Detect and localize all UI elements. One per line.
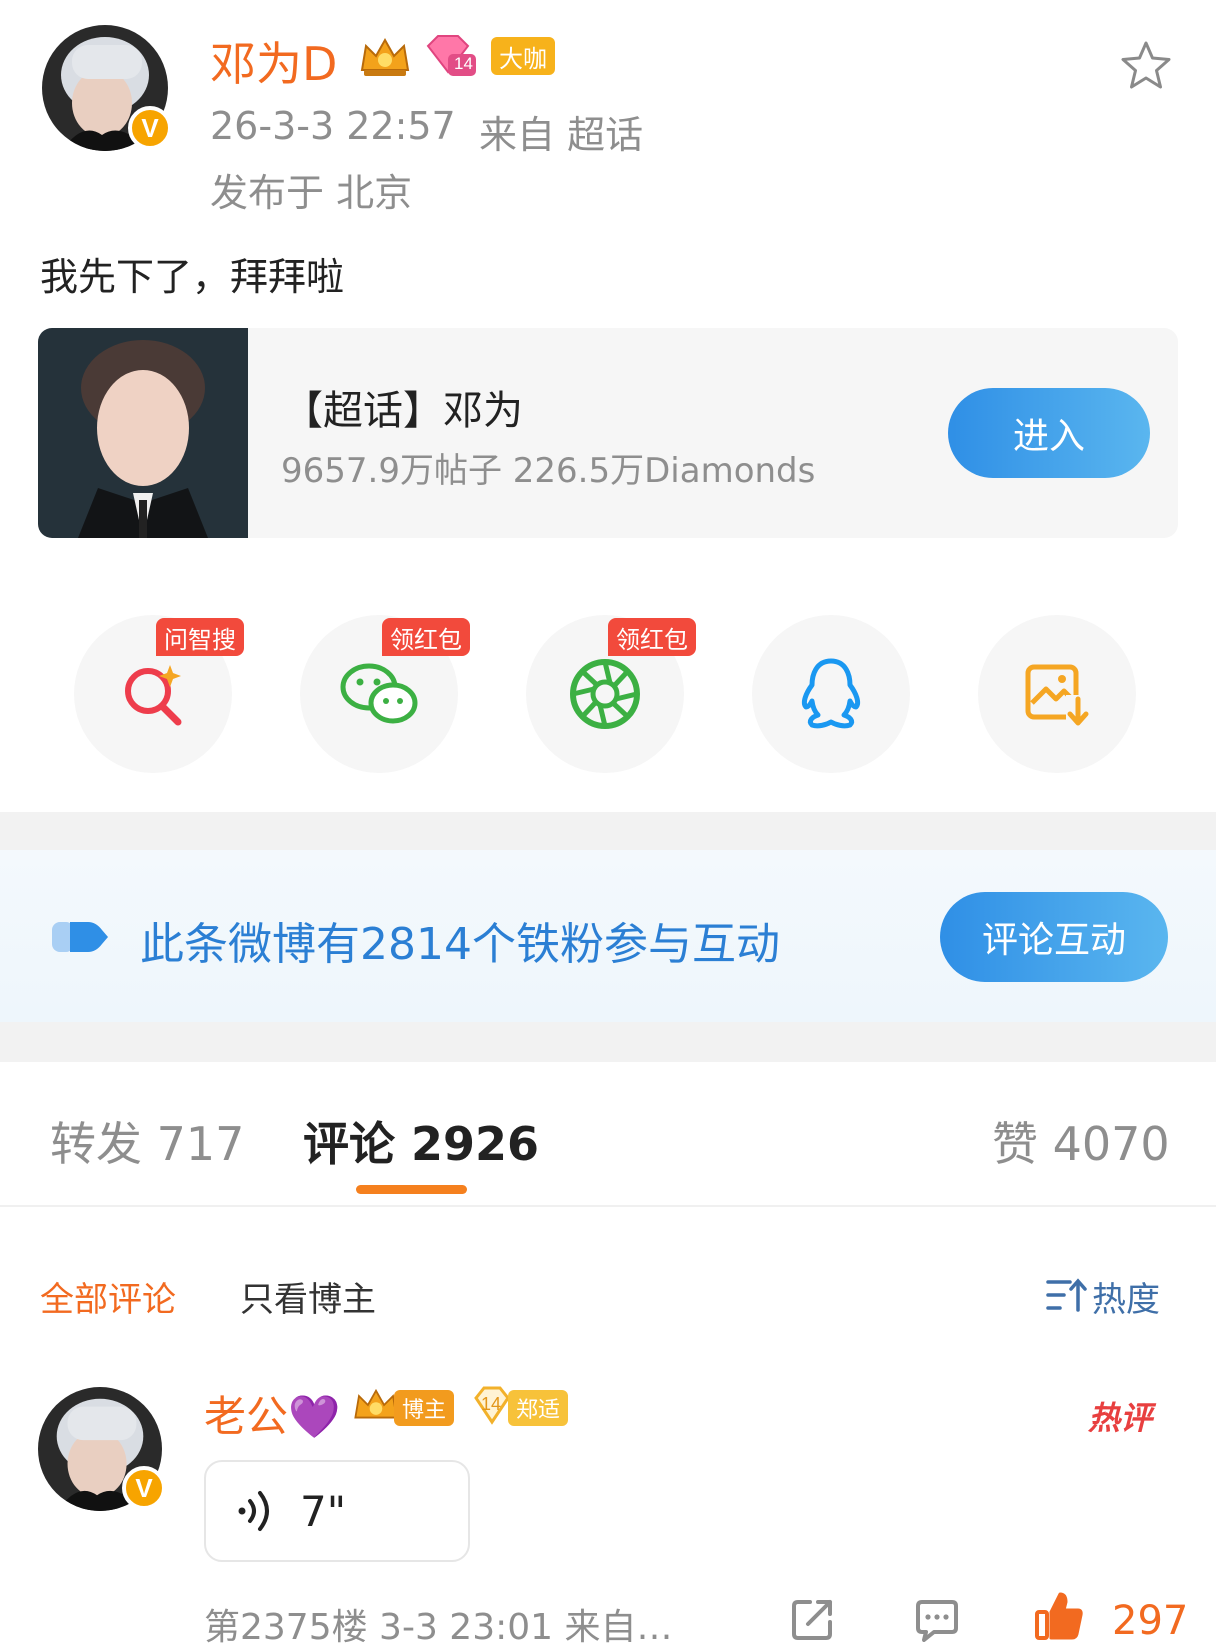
post-time: 26-3-3 22:57 xyxy=(210,104,456,148)
fan-group-pill: 郑适 xyxy=(508,1390,569,1426)
voice-wave-icon xyxy=(238,1491,269,1531)
active-tab-indicator xyxy=(356,1185,467,1194)
favorite-star-icon[interactable] xyxy=(1118,38,1174,94)
diamond-level-badge: 14 xyxy=(424,32,478,78)
section-divider xyxy=(0,1022,1216,1062)
crown-badge-icon xyxy=(356,34,414,78)
topic-stats: 9657.9万帖子 226.5万Diamonds xyxy=(281,451,816,491)
qq-icon xyxy=(801,658,861,729)
section-divider xyxy=(0,812,1216,850)
comment-interact-button[interactable]: 评论互动 xyxy=(940,892,1168,982)
commenter-name[interactable]: 老公💜 xyxy=(204,1383,340,1444)
tab-repost[interactable]: 转发 717 xyxy=(50,1108,244,1174)
save-image-icon xyxy=(1025,664,1089,727)
topic-cover-image xyxy=(38,328,248,538)
iron-fans-text: 此条微博有2814个铁粉参与互动 xyxy=(140,919,780,970)
sort-icon xyxy=(1046,1276,1088,1316)
fan-level-diamond-icon: 14 xyxy=(472,1384,512,1426)
post-location: 发布于 北京 xyxy=(210,171,413,215)
topic-title: 【超话】邓为 xyxy=(283,388,523,434)
filter-all-comments[interactable]: 全部评论 xyxy=(40,1272,176,1321)
hot-comment-tag: 热评 xyxy=(1088,1399,1153,1437)
share-tag-ask: 问智搜 xyxy=(156,618,244,656)
post-body: 我先下了，拜拜啦 xyxy=(40,255,345,299)
verified-badge-icon: V xyxy=(128,106,172,150)
verified-badge-icon: V xyxy=(122,1466,166,1510)
comment-meta: 第2375楼 3-3 23:01 来自… xyxy=(204,1607,673,1648)
sort-hot-button[interactable]: 热度 xyxy=(1092,1272,1160,1321)
share-tag-moments: 领红包 xyxy=(608,618,696,656)
vip-tag: 大咖 xyxy=(491,37,555,75)
voice-message[interactable]: 7" xyxy=(204,1460,470,1562)
share-tag-wechat: 领红包 xyxy=(382,618,470,656)
share-qq-button[interactable] xyxy=(752,615,910,773)
filter-author-only[interactable]: 只看博主 xyxy=(240,1272,376,1321)
like-thumb-icon[interactable] xyxy=(1034,1590,1084,1642)
interaction-arrow-icon xyxy=(52,922,108,952)
like-count: 297 xyxy=(1112,1598,1189,1644)
tabs-divider xyxy=(0,1205,1216,1207)
enter-topic-button[interactable]: 进入 xyxy=(948,388,1150,478)
author-role-pill: 博主 xyxy=(394,1390,455,1426)
tab-like[interactable]: 赞 4070 xyxy=(992,1108,1170,1174)
tab-comment[interactable]: 评论 2926 xyxy=(303,1108,539,1174)
share-comment-icon[interactable] xyxy=(790,1596,836,1642)
wechat-icon xyxy=(340,663,418,724)
super-topic-card[interactable]: 【超话】邓为 9657.9万帖子 226.5万Diamonds 进入 xyxy=(38,328,1178,538)
moments-icon xyxy=(570,659,640,729)
post-source[interactable]: 来自 超话 xyxy=(479,104,643,159)
ask-search-icon xyxy=(125,665,182,726)
voice-duration: 7" xyxy=(300,1486,347,1536)
iron-fans-banner[interactable]: 此条微博有2814个铁粉参与互动 评论互动 xyxy=(0,850,1216,1022)
reply-comment-icon[interactable] xyxy=(914,1598,960,1642)
author-name[interactable]: 邓为D xyxy=(210,28,337,94)
share-save-image-button[interactable] xyxy=(978,615,1136,773)
